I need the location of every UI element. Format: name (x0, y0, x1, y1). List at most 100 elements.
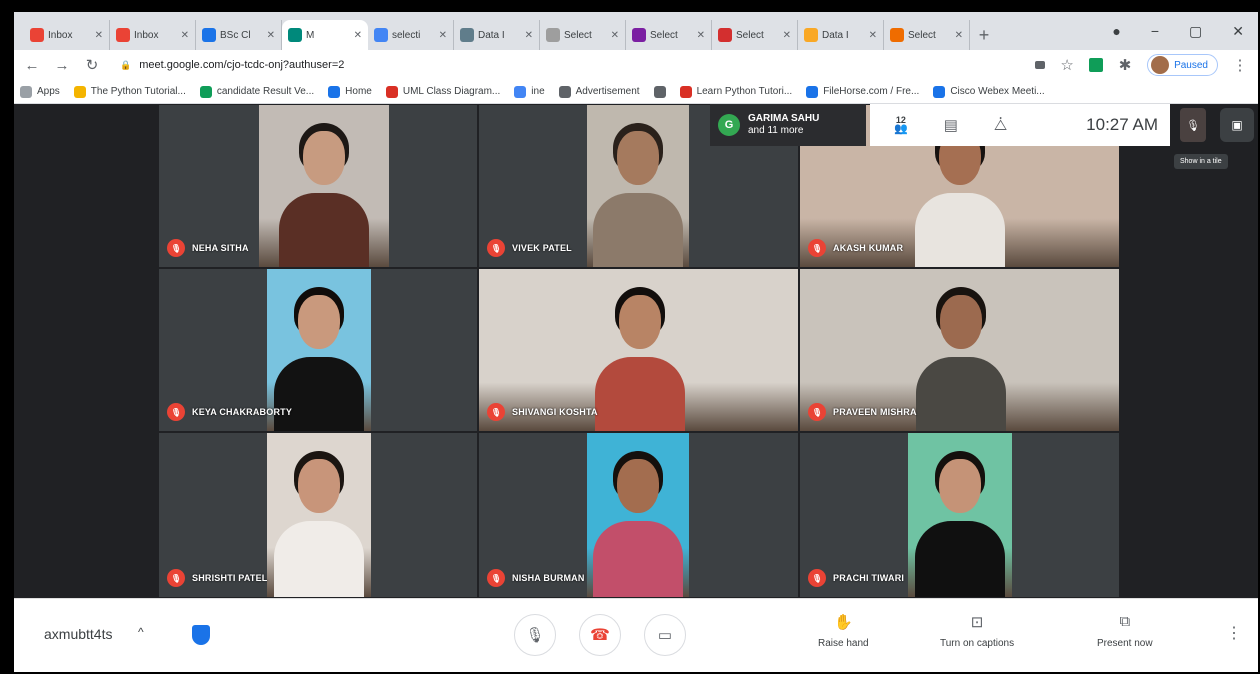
new-tab-button[interactable]: + (970, 20, 998, 50)
participant-body (593, 193, 683, 267)
participant-figure (593, 443, 683, 597)
browser-menu-icon[interactable]: ⋮ (1232, 56, 1248, 74)
tab-close-icon[interactable]: ✕ (869, 30, 877, 41)
tab-strip: Inbox ✕ Inbox ✕ BSc Cl ✕ M ✕ selecti ✕ Data I ✕ Sele… (14, 12, 1258, 50)
browser-tab[interactable]: Data I ✕ (798, 20, 884, 50)
tooltip: Show in a tile (1174, 154, 1228, 169)
participant-figure (274, 443, 364, 597)
bookmark-item[interactable]: UML Class Diagram... (385, 85, 501, 98)
restore-icon[interactable]: ▢ (1189, 23, 1202, 40)
participant-tile[interactable]: 🎙 PRAVEEN MISHRA (799, 268, 1120, 432)
show-in-tile-button[interactable]: ▣ (1220, 108, 1254, 142)
tab-label: Inbox (48, 29, 73, 41)
tab-close-icon[interactable]: ✕ (525, 30, 533, 41)
tab-favicon-icon (804, 28, 818, 42)
mic-muted-icon: 🎙 (487, 569, 505, 587)
participant-tile[interactable]: 🎙 SHIVANGI KOSHTA (478, 268, 799, 432)
tab-close-icon[interactable]: ✕ (95, 30, 103, 41)
participant-face (303, 131, 345, 185)
tab-close-icon[interactable]: ✕ (354, 30, 362, 41)
chat-icon[interactable]: ▤ (944, 116, 958, 134)
reload-icon[interactable]: ↻ (84, 56, 100, 74)
tab-close-icon[interactable]: ✕ (439, 30, 447, 41)
browser-tab[interactable]: M ✕ (282, 20, 368, 50)
bookmark-item[interactable]: Advertisement (558, 85, 640, 98)
tab-close-icon[interactable]: ✕ (697, 30, 705, 41)
bookmark-item[interactable]: FileHorse.com / Fre... (806, 85, 919, 98)
browser-tab[interactable]: Inbox ✕ (24, 20, 110, 50)
participant-tile[interactable]: 🎙 PRACHI TIWARI (799, 432, 1120, 598)
shield-icon[interactable] (192, 625, 210, 645)
activities-icon[interactable]: ⧊ (994, 117, 1007, 134)
browser-tab[interactable]: Select ✕ (712, 20, 798, 50)
leave-call-button[interactable]: ☎ (579, 614, 621, 656)
browser-tab[interactable]: Inbox ✕ (110, 20, 196, 50)
bookmark-star-icon[interactable]: ☆ (1059, 56, 1075, 74)
participant-video (908, 433, 1012, 597)
participant-tile[interactable]: 🎙 NEHA SITHA (158, 104, 478, 268)
browser-tab[interactable]: selecti ✕ (368, 20, 454, 50)
participant-body (915, 357, 1006, 431)
bookmark-item[interactable]: ine (514, 85, 545, 98)
minimize-icon[interactable]: − (1151, 23, 1159, 39)
tab-close-icon[interactable]: ✕ (783, 30, 791, 41)
participant-nameplate: 🎙 NISHA BURMAN (487, 569, 585, 587)
address-bar[interactable]: 🔒 meet.google.com/cjo-tcdc-onj?authuser=… (114, 53, 1021, 77)
bookmark-item[interactable] (653, 85, 666, 98)
more-options-icon[interactable]: ⋮ (1226, 623, 1242, 643)
raise-hand-button[interactable]: ✋ Raise hand (818, 613, 869, 649)
extensions-puzzle-icon[interactable]: ✱ (1117, 56, 1133, 74)
participant-name: SHIVANGI KOSHTA (512, 407, 598, 417)
bookmark-item[interactable]: Learn Python Tutori... (679, 85, 792, 98)
participant-nameplate: 🎙 NEHA SITHA (167, 239, 249, 257)
tab-label: Data I (822, 29, 849, 41)
profile-paused-button[interactable]: Paused (1147, 54, 1218, 76)
bookmark-item[interactable]: candidate Result Ve... (199, 85, 314, 98)
participant-tile[interactable]: 🎙 KEYA CHAKRABORTY (158, 268, 478, 432)
participant-video (587, 433, 689, 597)
forward-icon[interactable]: → (54, 57, 70, 74)
tab-close-icon[interactable]: ✕ (955, 30, 963, 41)
browser-tab[interactable]: BSc Cl ✕ (196, 20, 282, 50)
tab-favicon-icon (374, 28, 388, 42)
tab-label: M (306, 29, 315, 41)
mic-muted-icon: 🎙 (808, 569, 826, 587)
close-window-icon[interactable]: ✕ (1232, 23, 1244, 40)
extension-icon[interactable] (1089, 58, 1104, 72)
presence-chip[interactable]: G GARIMA SAHU and 11 more (710, 104, 866, 146)
participant-tile[interactable]: 🎙 NISHA BURMAN (478, 432, 799, 598)
bookmark-item[interactable]: Cisco Webex Meeti... (933, 85, 1045, 98)
people-button[interactable]: 12 👥 (894, 116, 908, 135)
tab-favicon-icon (288, 28, 302, 42)
participant-name: SHRISHTI PATEL (192, 573, 268, 583)
back-icon[interactable]: ← (24, 57, 40, 74)
tab-close-icon[interactable]: ✕ (267, 30, 275, 41)
camera-indicator-icon[interactable] (1035, 61, 1046, 69)
mic-muted-icon: 🎙 (167, 403, 185, 421)
browser-tab[interactable]: Data I ✕ (454, 20, 540, 50)
participant-name: KEYA CHAKRABORTY (192, 407, 293, 417)
present-now-button[interactable]: ⧉ Present now (1097, 613, 1153, 649)
mic-muted-icon: 🎙 (167, 569, 185, 587)
bookmark-label: UML Class Diagram... (402, 86, 501, 97)
self-view-tile[interactable]: 🎙 (1180, 108, 1206, 142)
profile-dot-icon[interactable]: ● (1112, 23, 1120, 39)
participant-tile[interactable]: 🎙 SHRISHTI PATEL (158, 432, 478, 598)
meeting-code[interactable]: axmubtt4ts (44, 626, 112, 642)
tab-close-icon[interactable]: ✕ (611, 30, 619, 41)
browser-tab[interactable]: Select ✕ (626, 20, 712, 50)
mic-button[interactable]: 🎙 (514, 614, 556, 656)
tab-close-icon[interactable]: ✕ (181, 30, 189, 41)
browser-tab[interactable]: Select ✕ (540, 20, 626, 50)
bookmark-favicon-icon (558, 85, 571, 98)
chevron-up-icon[interactable]: ^ (138, 625, 144, 639)
participant-name: VIVEK PATEL (512, 243, 572, 253)
mic-muted-icon: 🎙 (808, 239, 826, 257)
camera-button[interactable]: ▭ (644, 614, 686, 656)
captions-button[interactable]: ⊡ Turn on captions (940, 613, 1014, 649)
browser-tab[interactable]: Select ✕ (884, 20, 970, 50)
participant-face (617, 131, 659, 185)
bookmark-item[interactable]: Home (328, 85, 372, 98)
apps-shortcut[interactable]: Apps (20, 85, 60, 98)
bookmark-item[interactable]: The Python Tutorial... (73, 85, 186, 98)
